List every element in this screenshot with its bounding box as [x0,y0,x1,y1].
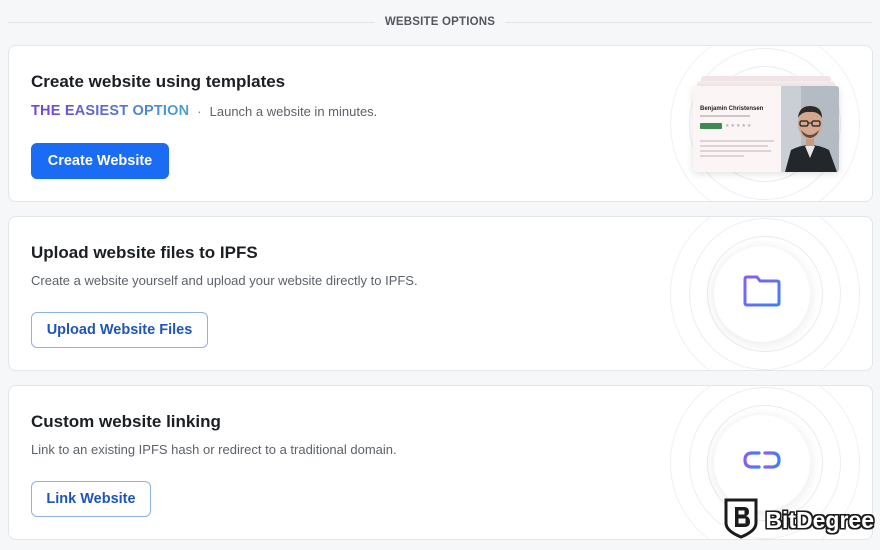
bitdegree-watermark: BitDegree [723,497,874,544]
card-title: Upload website files to IPFS [31,243,258,262]
preview-name: Benjamin Christensen [700,106,764,112]
template-preview: Benjamin Christensen ★★★★★ [693,76,843,172]
card-description: Create a website yourself and upload you… [31,273,418,288]
divider-right [505,21,872,23]
divider-left [8,21,375,23]
watermark-text: BitDegree [765,507,874,533]
icon-circle [714,245,810,342]
card-description: Link to an existing IPFS hash or redirec… [31,442,397,457]
card-title: Custom website linking [31,412,221,431]
card-description: THE EASIEST OPTION · Launch a website in… [31,103,377,119]
card-title: Create website using templates [31,72,286,91]
card-description-text: Launch a website in minutes. [209,103,378,119]
option-card-upload: Upload website files to IPFS Create a we… [8,216,873,371]
preview-text-lines [700,140,774,160]
upload-website-files-button[interactable]: Upload Website Files [31,312,208,348]
preview-page: Benjamin Christensen ★★★★★ [693,86,839,172]
preview-button [700,123,722,129]
create-website-button[interactable]: Create Website [31,143,169,179]
folder-icon [742,274,782,313]
separator-dot: · [197,103,202,119]
preview-stars: ★★★★★ [725,123,753,129]
preview-subtitle-line [700,115,750,117]
option-card-templates: Create website using templates THE EASIE… [8,45,873,202]
easiest-option-badge: THE EASIEST OPTION [31,103,190,119]
section-title: WEBSITE OPTIONS [384,16,496,28]
preview-portrait-photo [781,86,839,172]
bitdegree-shield-logo [723,497,759,544]
link-icon [742,448,782,477]
link-website-button[interactable]: Link Website [31,481,151,517]
section-header: WEBSITE OPTIONS [8,12,872,32]
